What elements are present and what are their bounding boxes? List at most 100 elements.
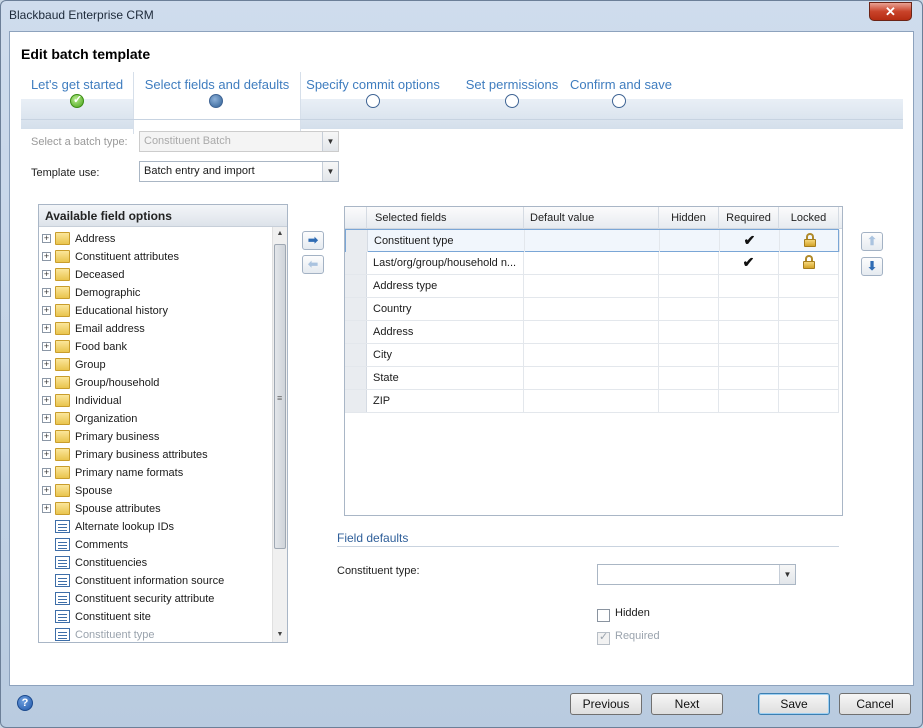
expand-icon[interactable]: +: [42, 468, 51, 477]
scroll-up-icon[interactable]: ▲: [273, 227, 287, 241]
row-handle[interactable]: [345, 321, 367, 343]
cell-hidden[interactable]: [659, 321, 719, 343]
table-row[interactable]: ZIP: [345, 390, 839, 413]
template-use-select[interactable]: Batch entry and import ▼: [139, 161, 339, 182]
cell-hidden[interactable]: [659, 275, 719, 297]
tree-scrollbar[interactable]: ▲ ≡ ▼: [272, 227, 287, 642]
cell-locked[interactable]: [779, 367, 839, 389]
cell-default[interactable]: [524, 344, 659, 366]
scroll-down-icon[interactable]: ▼: [273, 628, 287, 642]
cell-hidden[interactable]: [659, 252, 719, 274]
cell-locked[interactable]: [779, 321, 839, 343]
arrow-down-icon: ⬇: [866, 259, 878, 273]
cell-hidden[interactable]: [659, 298, 719, 320]
required-checkbox[interactable]: ✓: [597, 631, 610, 645]
help-icon[interactable]: ?: [17, 695, 33, 711]
wizard-step-select-fields[interactable]: Select fields and defaults: [133, 72, 301, 134]
wizard-step-lets-get-started[interactable]: Let's get started ✓: [21, 72, 133, 134]
move-down-button[interactable]: ⬇: [861, 257, 883, 276]
expand-icon[interactable]: +: [42, 288, 51, 297]
row-handle[interactable]: [345, 252, 367, 274]
cell-required[interactable]: ✔: [720, 230, 780, 252]
cell-locked[interactable]: [779, 298, 839, 320]
close-button[interactable]: ✕: [869, 2, 912, 21]
cell-default[interactable]: [524, 321, 659, 343]
batch-type-select[interactable]: Constituent Batch ▼: [139, 131, 339, 152]
cell-default[interactable]: [524, 298, 659, 320]
column-header-locked[interactable]: Locked: [779, 207, 839, 229]
expand-icon[interactable]: +: [42, 306, 51, 315]
wizard-step-label: Select fields and defaults: [144, 77, 290, 92]
row-handle[interactable]: [345, 298, 367, 320]
tree-item-label: Constituencies: [75, 557, 148, 569]
next-button[interactable]: Next: [651, 693, 723, 715]
column-header-hidden[interactable]: Hidden: [659, 207, 719, 229]
table-row[interactable]: Address type: [345, 275, 839, 298]
cell-hidden[interactable]: [659, 367, 719, 389]
cell-required[interactable]: [719, 275, 779, 297]
wizard-step-confirm-save[interactable]: Confirm and save: [567, 72, 675, 134]
expand-icon[interactable]: +: [42, 360, 51, 369]
cell-hidden[interactable]: [659, 344, 719, 366]
wizard-step-commit-options[interactable]: Specify commit options: [303, 72, 443, 134]
expand-icon[interactable]: +: [42, 270, 51, 279]
cell-default[interactable]: [524, 275, 659, 297]
move-up-button[interactable]: ⬆: [861, 232, 883, 251]
column-header-required[interactable]: Required: [719, 207, 779, 229]
table-row[interactable]: Constituent type ✔: [345, 229, 840, 252]
column-header-selected-fields[interactable]: Selected fields: [367, 207, 524, 229]
cell-required[interactable]: [719, 298, 779, 320]
expand-icon[interactable]: +: [42, 396, 51, 405]
cell-text: State: [373, 372, 399, 384]
folder-icon: [55, 376, 70, 389]
add-field-button[interactable]: ➡: [302, 231, 324, 250]
cell-required[interactable]: [719, 321, 779, 343]
expand-icon[interactable]: +: [42, 234, 51, 243]
expand-icon[interactable]: +: [42, 342, 51, 351]
cancel-button[interactable]: Cancel: [839, 693, 911, 715]
table-row[interactable]: Address: [345, 321, 839, 344]
hidden-checkbox[interactable]: [597, 609, 610, 622]
expand-icon[interactable]: +: [42, 450, 51, 459]
folder-icon: [55, 430, 70, 443]
expand-icon[interactable]: +: [42, 504, 51, 513]
table-row[interactable]: City: [345, 344, 839, 367]
cell-locked[interactable]: [780, 230, 840, 252]
expand-icon[interactable]: +: [42, 432, 51, 441]
cell-locked[interactable]: [779, 275, 839, 297]
remove-field-button[interactable]: ⬅: [302, 255, 324, 274]
cell-required[interactable]: [719, 344, 779, 366]
cell-default[interactable]: [524, 367, 659, 389]
table-row[interactable]: Last/org/group/household n... ✔: [345, 252, 839, 275]
cell-required[interactable]: [719, 390, 779, 412]
row-handle[interactable]: [345, 275, 367, 297]
save-button[interactable]: Save: [758, 693, 830, 715]
cell-locked[interactable]: [779, 344, 839, 366]
row-handle[interactable]: [345, 344, 367, 366]
row-handle[interactable]: [345, 390, 367, 412]
scroll-thumb[interactable]: ≡: [274, 244, 286, 549]
cell-default[interactable]: [524, 390, 659, 412]
cell-required[interactable]: [719, 367, 779, 389]
wizard-step-set-permissions[interactable]: Set permissions: [457, 72, 567, 134]
tree-item-label: Constituent type: [75, 629, 155, 641]
table-row[interactable]: Country: [345, 298, 839, 321]
cell-required[interactable]: ✔: [719, 252, 779, 274]
expand-icon[interactable]: +: [42, 378, 51, 387]
cell-locked[interactable]: [779, 390, 839, 412]
expand-icon[interactable]: +: [42, 414, 51, 423]
cell-default[interactable]: [524, 252, 659, 274]
cell-hidden[interactable]: [660, 230, 720, 252]
row-handle[interactable]: [346, 230, 368, 252]
cell-locked[interactable]: [779, 252, 839, 274]
expand-icon[interactable]: +: [42, 252, 51, 261]
previous-button[interactable]: Previous: [570, 693, 642, 715]
cell-default[interactable]: [525, 230, 660, 252]
expand-icon[interactable]: +: [42, 324, 51, 333]
column-header-default-value[interactable]: Default value: [524, 207, 659, 229]
row-handle[interactable]: [345, 367, 367, 389]
constituent-type-select[interactable]: ▼: [597, 564, 796, 585]
expand-icon[interactable]: +: [42, 486, 51, 495]
table-row[interactable]: State: [345, 367, 839, 390]
cell-hidden[interactable]: [659, 390, 719, 412]
